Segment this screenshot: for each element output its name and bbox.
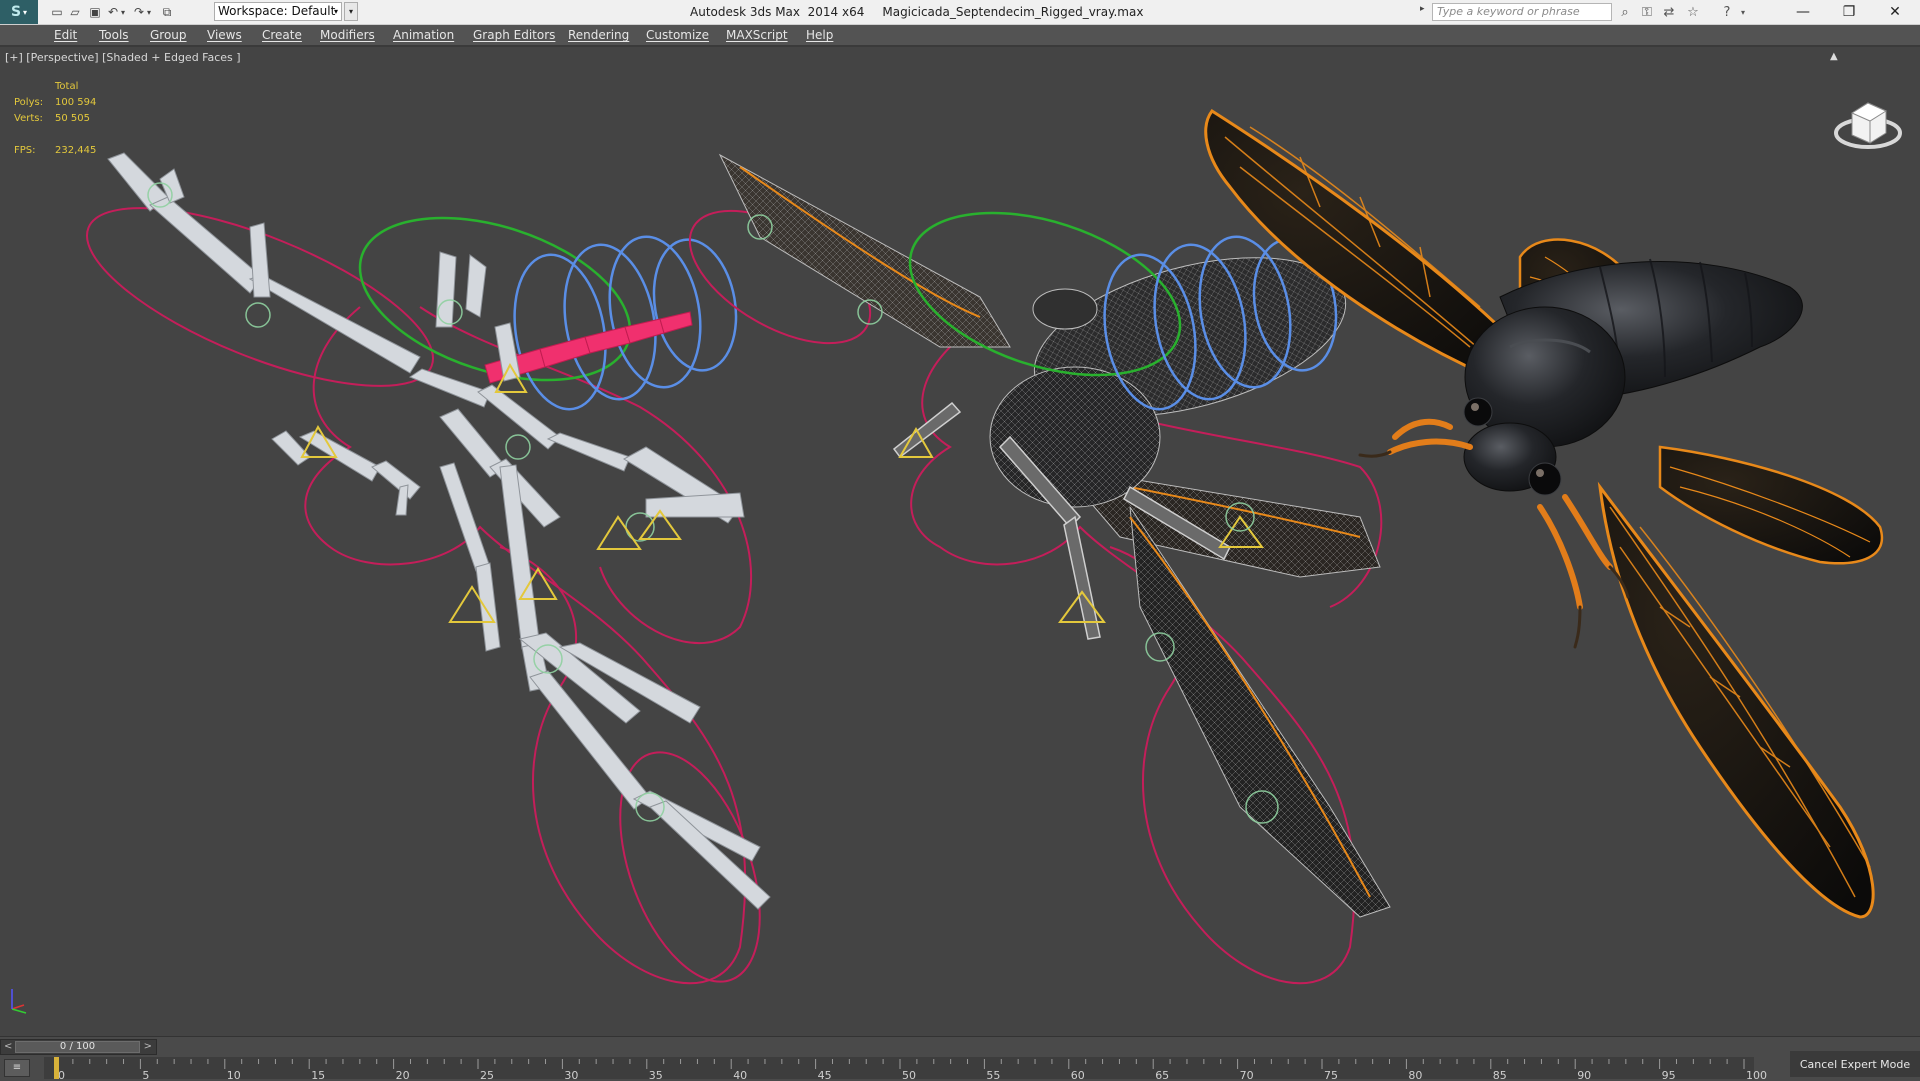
title-bar: S ▾ ▭ ▱ ▣ ↶ ▾ ↷ ▾ ⧉ Workspace: Default ▾ … [0, 0, 1920, 25]
timeline-tick-label: 60 [1071, 1069, 1085, 1081]
menu-group[interactable]: Group [150, 25, 187, 45]
polys-label: Polys: [14, 97, 44, 108]
timeline-tick-label: 50 [902, 1069, 916, 1081]
verts-label: Verts: [14, 113, 43, 124]
menu-modifiers[interactable]: Modifiers [320, 25, 375, 45]
viewport-lock-icon[interactable]: ▲ [1830, 51, 1838, 62]
menu-help[interactable]: Help [806, 25, 833, 45]
menu-rendering[interactable]: Rendering [568, 25, 629, 45]
timeline-tick-label: 75 [1324, 1069, 1338, 1081]
timeline-tick-label: 85 [1493, 1069, 1507, 1081]
timeline-tick-label: 65 [1155, 1069, 1169, 1081]
menu-customize[interactable]: Customize [646, 25, 709, 45]
menu-tools[interactable]: Tools [99, 25, 129, 45]
redo-dropdown-icon[interactable]: ▾ [144, 3, 154, 21]
project-folder-icon[interactable]: ⧉ [158, 3, 176, 21]
menu-bar: Edit Tools Group Views Create Modifiers … [0, 25, 1920, 46]
timeline-tick-label: 25 [480, 1069, 494, 1081]
timeline-tick-label: 95 [1662, 1069, 1676, 1081]
undo-dropdown-icon[interactable]: ▾ [118, 3, 128, 21]
timeline-tick-label: 90 [1577, 1069, 1591, 1081]
app-title: Autodesk 3ds Max 2014 x64 [690, 5, 865, 19]
perspective-viewport[interactable]: [+] [Perspective] [Shaded + Edged Faces … [0, 46, 1920, 1037]
restore-icon[interactable]: ❐ [1826, 0, 1872, 24]
time-bar: < 0 / 100 > ≡ 0 5 10 15 20 25 30 35 40 45 50 55 60 65… [0, 1036, 1920, 1081]
menu-maxscript[interactable]: MAXScript [726, 25, 788, 45]
stats-header: Total [55, 81, 79, 92]
search-expand-icon[interactable]: ▸ [1420, 4, 1425, 14]
menu-animation[interactable]: Animation [393, 25, 454, 45]
timeline-tick-label: 70 [1240, 1069, 1254, 1081]
star-icon[interactable]: ☆ [1684, 3, 1702, 21]
timeline-tick-label: 45 [818, 1069, 832, 1081]
app-logo-button[interactable]: S ▾ [0, 0, 38, 24]
chevron-down-icon: ▾ [333, 7, 338, 16]
menu-graph-editors[interactable]: Graph Editors [473, 25, 555, 45]
key-icon[interactable]: ⚿ [1638, 3, 1656, 21]
rig-skeleton-left[interactable] [66, 152, 787, 1000]
timeline-tick-label: 100 [1746, 1069, 1767, 1081]
fps-label: FPS: [14, 145, 36, 156]
menu-views[interactable]: Views [207, 25, 242, 45]
save-icon[interactable]: ▣ [86, 3, 104, 21]
timeline-tick-label: 15 [311, 1069, 325, 1081]
trackbar[interactable]: 0 5 10 15 20 25 30 35 40 45 50 55 60 65 70 75 80 85 90 95 10… [0, 1037, 1790, 1081]
timeline-tick-label: 40 [733, 1069, 747, 1081]
minimize-icon[interactable]: — [1780, 0, 1826, 24]
help-icon[interactable]: ? [1718, 3, 1736, 21]
timeline-tick-label: 55 [986, 1069, 1000, 1081]
cancel-expert-mode-button[interactable]: Cancel Expert Mode [1790, 1051, 1920, 1077]
scene-canvas[interactable] [0, 47, 1920, 1037]
axis-tripod-icon [11, 989, 27, 1014]
viewport-label[interactable]: [+] [Perspective] [Shaded + Edged Faces … [5, 51, 241, 64]
workspace-dropdown[interactable]: Workspace: Default ▾ [214, 2, 342, 21]
verts-value: 50 505 [55, 113, 90, 124]
spine-rings-blue[interactable] [503, 230, 746, 417]
help-dropdown-icon[interactable]: ▾ [1738, 3, 1748, 21]
menu-create[interactable]: Create [262, 25, 302, 45]
workspace-label: Workspace: Default [218, 4, 336, 18]
control-shapes-left [86, 207, 761, 985]
rig-wireframe-middle[interactable] [668, 153, 1391, 985]
timeline-tick-label: 0 [58, 1069, 65, 1081]
timeline-tick-label: 35 [649, 1069, 663, 1081]
binoculars-icon[interactable]: ⌕ [1616, 3, 1634, 21]
leg-bones[interactable] [107, 152, 771, 910]
menu-edit[interactable]: Edit [54, 25, 77, 45]
file-name: Magicicada_Septendecim_Rigged_vray.max [882, 5, 1144, 19]
fps-value: 232,445 [55, 145, 97, 156]
timeline-tick-label: 20 [396, 1069, 410, 1081]
exchange-icon[interactable]: ⇄ [1660, 3, 1678, 21]
timeline-tick-label: 5 [142, 1069, 149, 1081]
body-wireframe [989, 257, 1347, 508]
timeline-tick-label: 10 [227, 1069, 241, 1081]
search-input[interactable]: Type a keyword or phrase [1432, 3, 1612, 21]
window-title: Autodesk 3ds Max 2014 x64 Magicicada_Sept… [690, 0, 1143, 24]
new-file-icon[interactable]: ▭ [48, 3, 66, 21]
timeline-tick-label: 30 [564, 1069, 578, 1081]
current-frame-marker[interactable] [54, 1057, 59, 1079]
viewcube-icon[interactable] [1830, 83, 1910, 163]
timeline-tick-label: 80 [1408, 1069, 1422, 1081]
app-logo-icon: S [10, 4, 22, 20]
toolbar-expand-icon[interactable]: ▾ [344, 2, 358, 21]
open-file-icon[interactable]: ▱ [66, 3, 84, 21]
chevron-down-icon: ▾ [23, 7, 28, 17]
close-icon[interactable]: ✕ [1872, 0, 1918, 24]
polys-value: 100 594 [55, 97, 97, 108]
